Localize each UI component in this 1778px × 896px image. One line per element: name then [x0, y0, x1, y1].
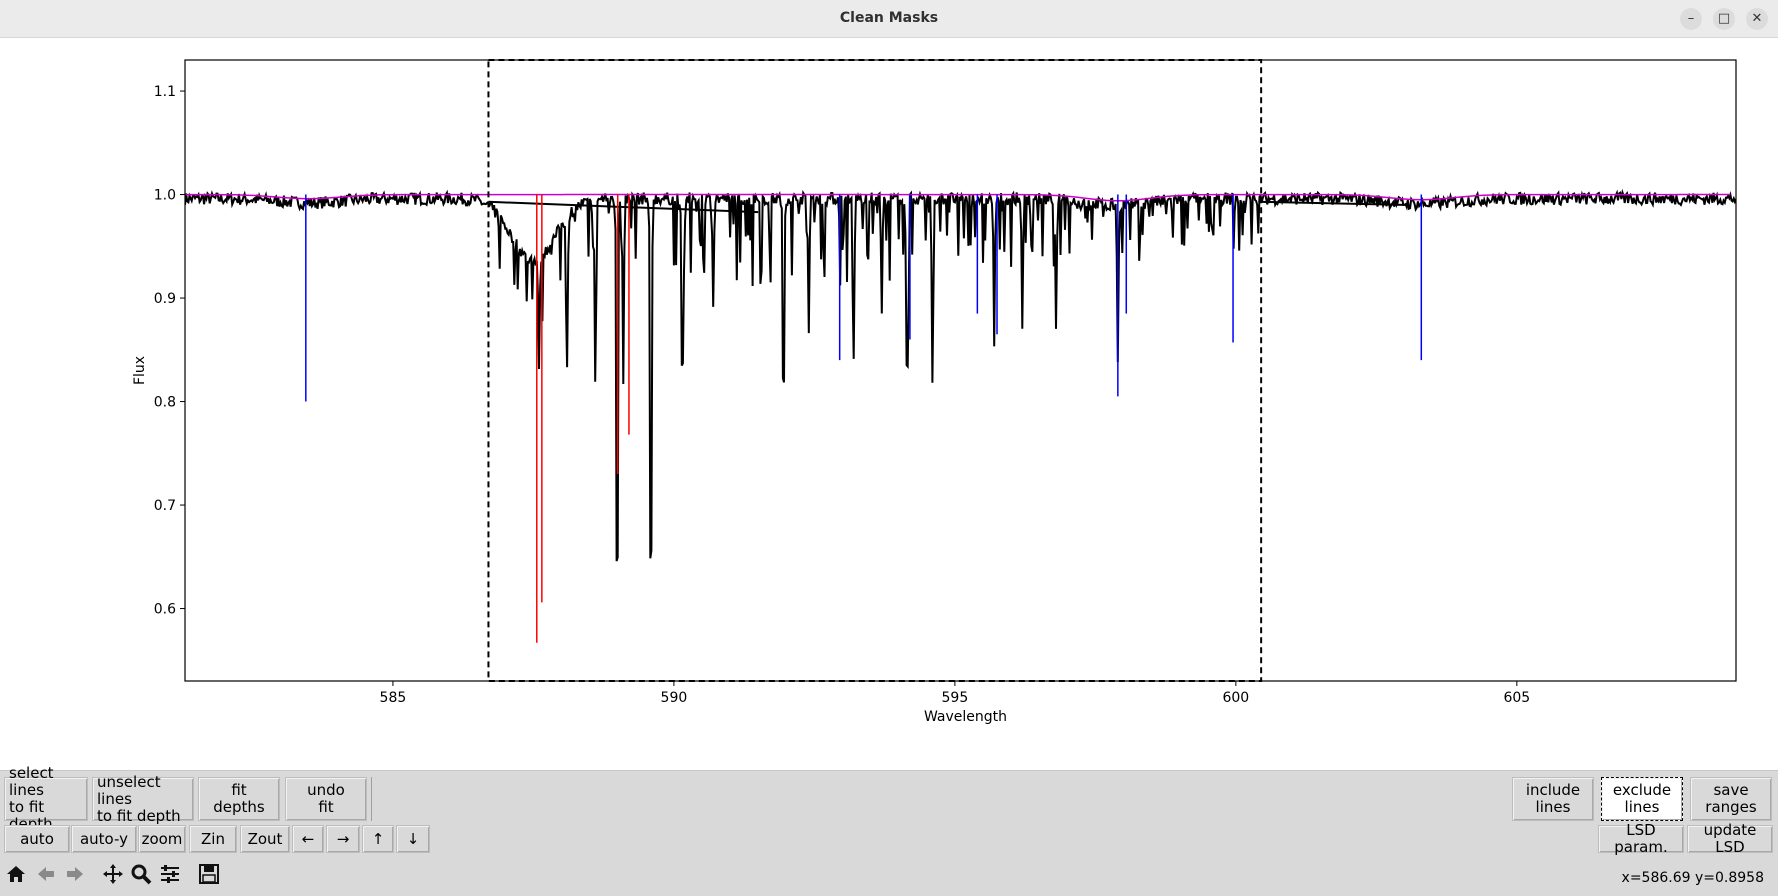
back-arrow-icon[interactable] [33, 861, 59, 887]
pan-icon[interactable] [100, 861, 126, 887]
y-tick-label: 1.1 [154, 84, 176, 100]
save-ranges-button[interactable]: save ranges [1690, 777, 1772, 821]
zoom-magnifier-icon[interactable] [128, 861, 154, 887]
pan-left-button[interactable]: ← [292, 825, 324, 853]
fit-segment [488, 200, 759, 214]
undo-fit-button[interactable]: undo fit [285, 777, 367, 821]
spectrum-line [185, 188, 1736, 562]
x-tick-label: 595 [942, 690, 969, 706]
configure-subplots-icon[interactable] [157, 861, 183, 887]
y-tick-label: 0.8 [154, 395, 176, 411]
maximize-button[interactable]: □ [1713, 8, 1735, 30]
exclude-lines-button[interactable]: exclude lines [1601, 777, 1683, 821]
selection-range-box [487, 59, 1263, 682]
x-tick-label: 590 [661, 690, 688, 706]
auto-y-button[interactable]: auto-y [71, 825, 137, 853]
y-tick-label: 0.7 [154, 498, 176, 514]
y-tick-label: 0.9 [154, 291, 176, 307]
pan-right-button[interactable]: → [326, 825, 360, 853]
x-axis-label: Wavelength [924, 709, 1007, 725]
update-lsd-button[interactable]: update LSD [1687, 822, 1773, 856]
plot-canvas[interactable]: 585 590 595 600 605 0.6 0.7 0.8 0.9 1.0 1.1 Wavelen… [0, 38, 1778, 770]
include-lines-button[interactable]: include lines [1512, 777, 1594, 821]
x-tick-label: 585 [380, 690, 407, 706]
control-panel: select lines to fit depth unselect lines… [0, 765, 1778, 896]
cursor-coordinates: x=586.69 y=0.8958 [1621, 870, 1764, 886]
x-tick-label: 605 [1503, 690, 1530, 706]
lsd-param-button[interactable]: LSD param. [1598, 822, 1684, 856]
y-axis-label: Flux [132, 356, 148, 385]
zoom-button[interactable]: zoom [138, 825, 186, 853]
plot-lines-group [185, 188, 1736, 643]
x-tick-label: 600 [1222, 690, 1249, 706]
toolbar-separator [371, 777, 372, 821]
close-button[interactable]: ✕ [1746, 8, 1768, 30]
unselect-lines-button[interactable]: unselect lines to fit depth [92, 773, 194, 824]
save-figure-icon[interactable] [196, 861, 222, 887]
zoom-in-button[interactable]: Zin [189, 825, 237, 853]
pan-up-button[interactable]: ↑ [362, 825, 394, 853]
auto-button[interactable]: auto [4, 825, 70, 853]
fit-depths-button[interactable]: fit depths [198, 777, 280, 821]
home-icon[interactable] [3, 861, 29, 887]
forward-arrow-icon[interactable] [62, 861, 88, 887]
spectrum-chart[interactable]: 585 590 595 600 605 0.6 0.7 0.8 0.9 1.0 1.1 Wavelen… [0, 38, 1778, 770]
window-title: Clean Masks [839, 10, 939, 26]
minimize-button[interactable]: – [1680, 8, 1702, 30]
axes-frame [184, 59, 1737, 682]
y-tick-label: 0.6 [154, 602, 176, 618]
pan-down-button[interactable]: ↓ [396, 825, 430, 853]
y-tick-label: 1.0 [154, 188, 176, 204]
window-titlebar: Clean Masks – □ ✕ [0, 0, 1778, 38]
select-lines-button[interactable]: select lines to fit depth [4, 765, 88, 833]
zoom-out-button[interactable]: Zout [240, 825, 290, 853]
